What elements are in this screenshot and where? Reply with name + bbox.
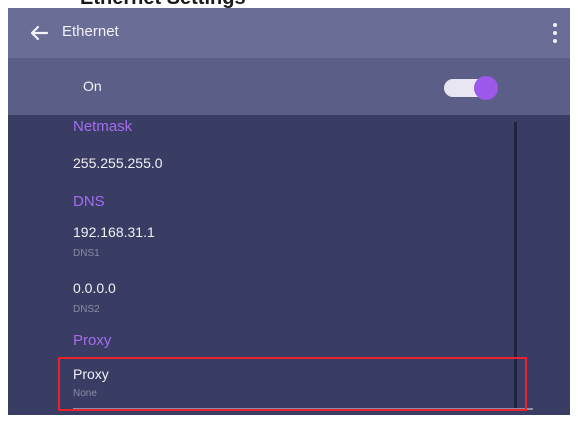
proxy-highlight-box: [58, 357, 527, 411]
title-bar: Ethernet: [8, 8, 570, 58]
ethernet-toggle[interactable]: [444, 76, 498, 100]
proxy-section-header: Proxy: [73, 332, 112, 349]
netmask-value[interactable]: 255.255.255.0: [73, 155, 163, 171]
dns-section-header: DNS: [73, 193, 105, 210]
dns1-label: DNS1: [73, 248, 100, 259]
dns2-label: DNS2: [73, 304, 100, 315]
arrow-left-icon[interactable]: [28, 22, 50, 44]
more-vert-icon[interactable]: [550, 21, 560, 45]
page-title: Ethernet: [62, 23, 119, 40]
dns2-value[interactable]: 0.0.0.0: [73, 280, 116, 296]
netmask-section-header: Netmask: [73, 118, 133, 135]
dns1-value[interactable]: 192.168.31.1: [73, 224, 155, 240]
ethernet-settings-screen: Ethernet On Netmask 255.255.255.0 DNS 19…: [8, 8, 570, 415]
ethernet-switch-row[interactable]: On: [8, 58, 570, 115]
switch-label: On: [83, 78, 102, 94]
toggle-thumb: [474, 76, 498, 100]
